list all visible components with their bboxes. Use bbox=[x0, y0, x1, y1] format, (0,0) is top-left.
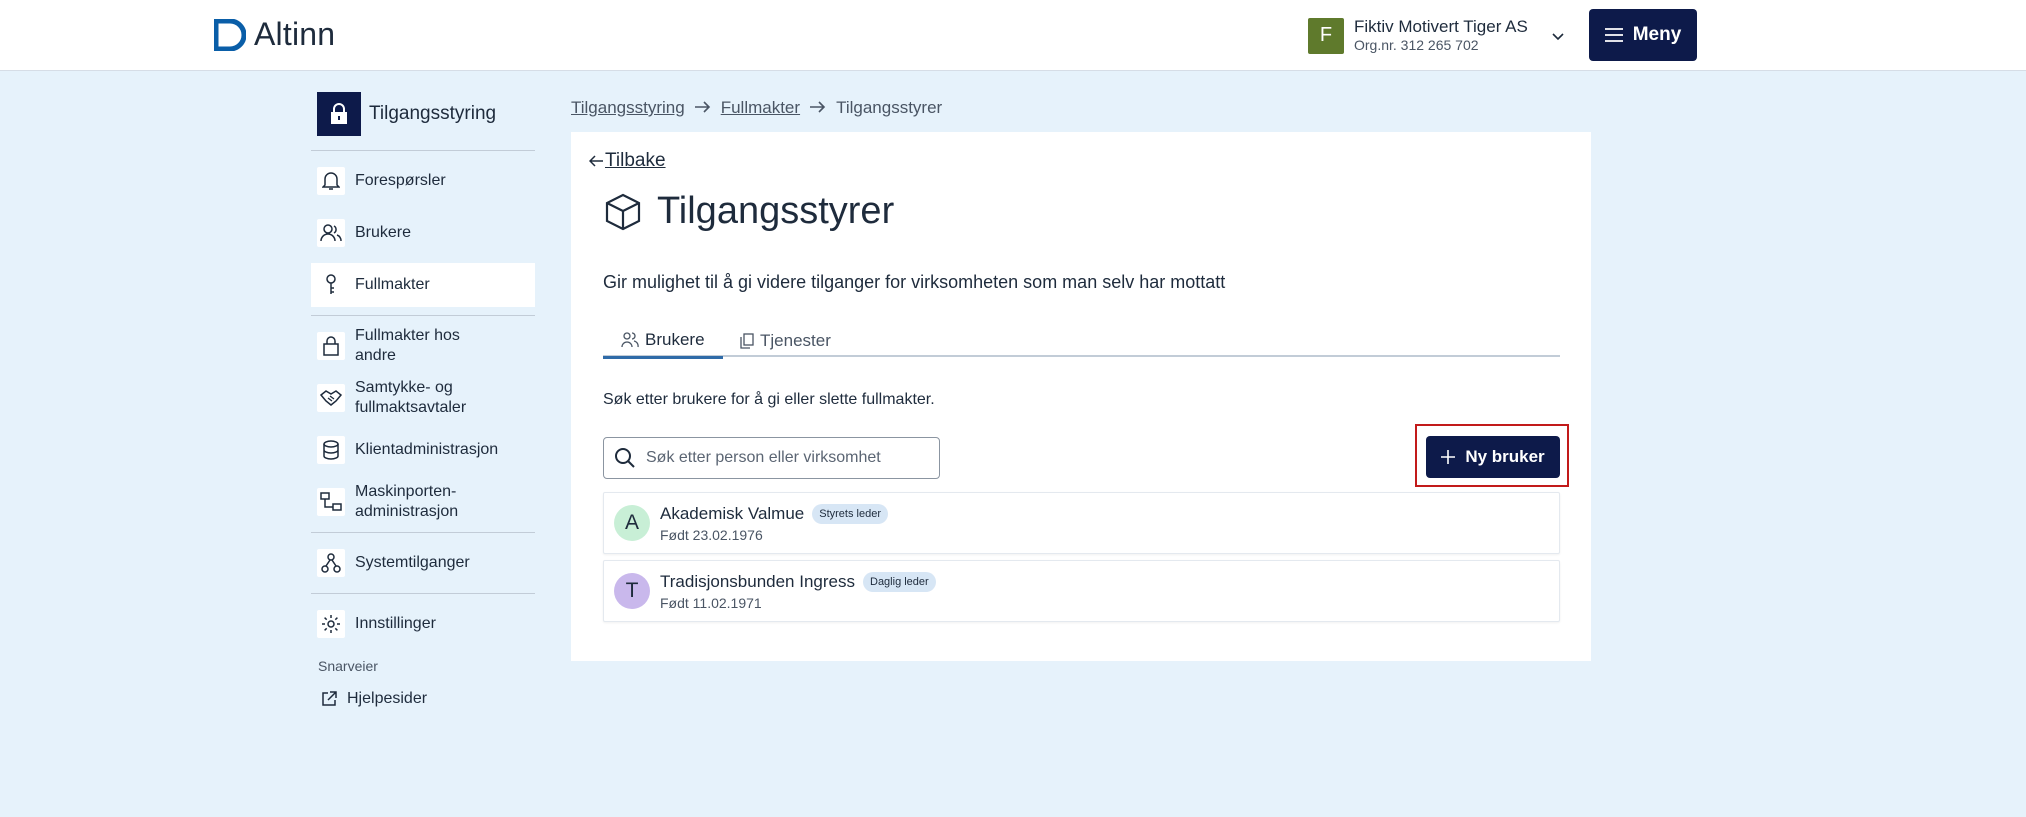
tab-tjenester[interactable]: Tjenester bbox=[722, 324, 849, 357]
user-name-row: Tradisjonsbunden Ingress Daglig leder bbox=[660, 571, 936, 592]
bell-icon bbox=[317, 167, 345, 195]
altinn-logo[interactable]: Altinn bbox=[214, 16, 335, 53]
sidebar-item-samtykke[interactable]: Samtykke- og fullmaktsavtaler bbox=[311, 376, 535, 420]
list-item[interactable]: A Akademisk Valmue Styrets leder Født 23… bbox=[603, 492, 1560, 554]
org-number: Org.nr. 312 265 702 bbox=[1354, 37, 1479, 53]
org-name: Fiktiv Motivert Tiger AS bbox=[1354, 17, 1528, 36]
sidebar-item-label: Samtykke- og fullmaktsavtaler bbox=[355, 379, 467, 416]
network-icon bbox=[317, 488, 345, 516]
new-user-button[interactable]: Ny bruker bbox=[1426, 436, 1560, 478]
search-box bbox=[603, 437, 940, 479]
arrow-right-icon bbox=[694, 98, 711, 118]
avatar: T bbox=[614, 573, 650, 609]
sidebar-divider bbox=[311, 150, 535, 151]
package-icon bbox=[605, 193, 641, 230]
sidebar-divider bbox=[311, 315, 535, 316]
tab-brukere[interactable]: Brukere bbox=[603, 324, 723, 359]
search-hint: Søk etter brukere for å gi eller slette … bbox=[603, 391, 935, 408]
tab-label: Brukere bbox=[645, 330, 705, 349]
tab-label: Tjenester bbox=[760, 330, 831, 350]
back-link-label: Tilbake bbox=[605, 150, 666, 171]
user-info: Tradisjonsbunden Ingress Daglig leder Fø… bbox=[660, 571, 936, 611]
search-icon bbox=[615, 448, 635, 468]
sidebar-item-brukere[interactable]: Brukere bbox=[311, 211, 535, 255]
sidebar-item-label: Klientadministrasjon bbox=[355, 441, 499, 458]
user-name: Tradisjonsbunden Ingress bbox=[660, 571, 855, 591]
gear-icon bbox=[317, 610, 345, 638]
page-title: Tilgangsstyrer bbox=[657, 190, 895, 232]
tab-bar: Brukere Tjenester bbox=[603, 324, 1560, 359]
sidebar-item-foresporsler[interactable]: Forespørsler bbox=[311, 159, 535, 203]
sidebar-item-maskinporten[interactable]: Maskinporten-administrasjon bbox=[311, 480, 535, 524]
sidebar-item-label: Brukere bbox=[355, 224, 412, 241]
database-icon bbox=[317, 436, 345, 464]
sidebar-divider bbox=[311, 532, 535, 533]
main-card: Tilbake Tilgangsstyrer Gir mulighet til … bbox=[571, 132, 1591, 661]
org-selector[interactable]: F Fiktiv Motivert Tiger AS Org.nr. 312 2… bbox=[1308, 17, 1568, 54]
avatar: A bbox=[614, 505, 650, 541]
breadcrumb: Tilgangsstyring Fullmakter Tilgangsstyre… bbox=[571, 98, 942, 118]
sidebar-item-systemtilganger[interactable]: Systemtilganger bbox=[311, 541, 535, 585]
key-icon bbox=[317, 271, 345, 299]
system-icon bbox=[317, 549, 345, 577]
sidebar-item-label: Forespørsler bbox=[355, 172, 446, 189]
title-row: Tilgangsstyrer bbox=[605, 190, 894, 233]
shortcuts-heading: Snarveier bbox=[318, 658, 378, 674]
user-name-row: Akademisk Valmue Styrets leder bbox=[660, 503, 888, 524]
logo-text: Altinn bbox=[254, 16, 336, 52]
org-avatar: F bbox=[1308, 17, 1344, 54]
page-description: Gir mulighet til å gi videre tilganger f… bbox=[603, 272, 1226, 292]
user-birthdate: Født 11.02.1971 bbox=[660, 594, 762, 611]
chevron-down-icon bbox=[1548, 26, 1568, 46]
sidebar-item-label: Fullmakter hos andre bbox=[355, 327, 460, 364]
menu-button[interactable]: Meny bbox=[1589, 9, 1697, 61]
role-badge: Styrets leder bbox=[812, 503, 888, 524]
user-info: Akademisk Valmue Styrets leder Født 23.0… bbox=[660, 503, 888, 543]
sidebar: Tilgangsstyring Forespørsler Brukere Ful… bbox=[311, 91, 535, 708]
top-header: Altinn F Fiktiv Motivert Tiger AS Org.nr… bbox=[0, 0, 2026, 71]
org-info: Fiktiv Motivert Tiger AS Org.nr. 312 265… bbox=[1354, 17, 1528, 54]
hamburger-icon bbox=[1604, 28, 1623, 42]
help-link[interactable]: Hjelpesider bbox=[321, 690, 535, 708]
menu-label: Meny bbox=[1632, 24, 1682, 45]
sidebar-item-fullmakter[interactable]: Fullmakter bbox=[311, 263, 535, 307]
sidebar-title[interactable]: Tilgangsstyring bbox=[317, 91, 535, 136]
copy-icon bbox=[740, 332, 754, 349]
sidebar-item-label: Maskinporten-administrasjon bbox=[355, 483, 459, 520]
padlock-icon bbox=[317, 332, 345, 360]
sidebar-item-fullmakter-hos-andre[interactable]: Fullmakter hos andre bbox=[311, 324, 535, 368]
search-input[interactable] bbox=[646, 449, 926, 467]
breadcrumb-tilgangsstyring[interactable]: Tilgangsstyring bbox=[571, 98, 685, 118]
external-link-icon bbox=[322, 691, 337, 706]
new-user-label: Ny bruker bbox=[1465, 447, 1545, 466]
plus-icon bbox=[1441, 450, 1456, 464]
sidebar-item-klientadministrasjon[interactable]: Klientadministrasjon bbox=[311, 428, 535, 472]
breadcrumb-current: Tilgangsstyrer bbox=[836, 98, 943, 117]
users-icon bbox=[621, 332, 639, 348]
handshake-icon bbox=[317, 384, 345, 412]
list-item[interactable]: T Tradisjonsbunden Ingress Daglig leder … bbox=[603, 560, 1560, 622]
sidebar-divider bbox=[311, 593, 535, 594]
user-name: Akademisk Valmue bbox=[660, 503, 805, 523]
back-link[interactable]: Tilbake bbox=[589, 150, 666, 172]
help-link-label: Hjelpesider bbox=[347, 690, 428, 707]
lock-icon bbox=[317, 91, 361, 136]
user-list: A Akademisk Valmue Styrets leder Født 23… bbox=[603, 492, 1560, 628]
role-badge: Daglig leder bbox=[863, 571, 936, 592]
sidebar-item-label: Systemtilganger bbox=[355, 554, 470, 571]
sidebar-item-label: Innstillinger bbox=[355, 615, 436, 632]
sidebar-title-label: Tilgangsstyring bbox=[369, 102, 497, 124]
arrow-right-icon bbox=[810, 98, 826, 118]
arrow-left-icon bbox=[589, 155, 603, 167]
users-icon bbox=[317, 219, 345, 247]
altinn-logo-icon bbox=[214, 18, 246, 51]
sidebar-item-label: Fullmakter bbox=[355, 276, 430, 293]
user-birthdate: Født 23.02.1976 bbox=[660, 526, 763, 543]
breadcrumb-fullmakter[interactable]: Fullmakter bbox=[721, 98, 800, 118]
sidebar-item-innstillinger[interactable]: Innstillinger bbox=[311, 602, 535, 646]
